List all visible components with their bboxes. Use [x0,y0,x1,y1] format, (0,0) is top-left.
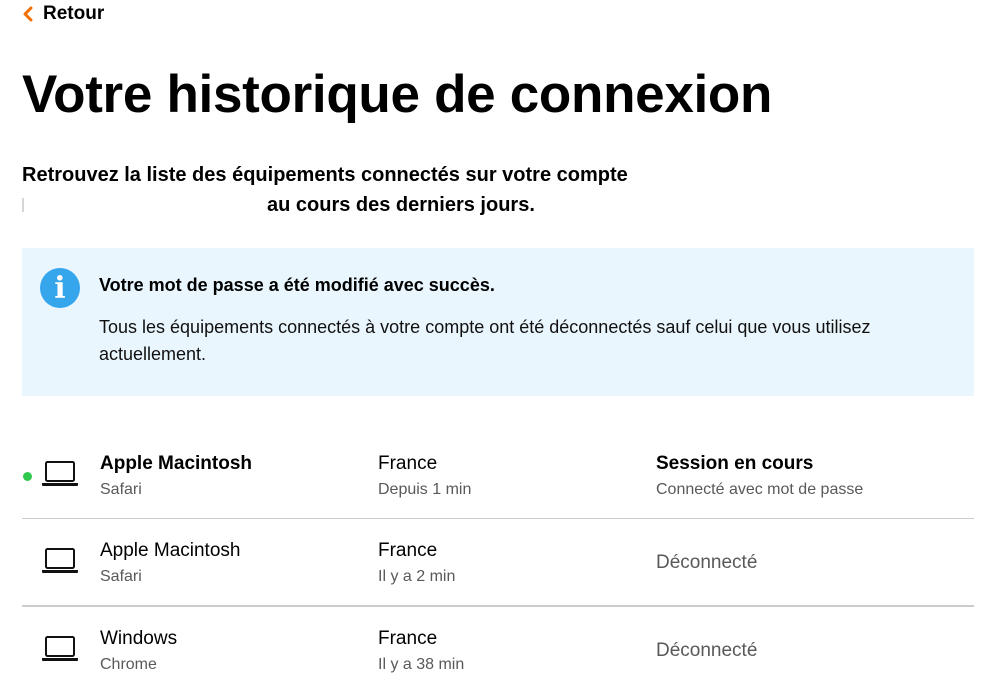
browser-name: Chrome [100,656,157,673]
intro-line-2-wrap: au cours des derniers jours. [22,190,742,220]
chevron-left-icon [23,6,33,22]
status-detail: Connecté avec mot de passe [656,481,864,498]
status-cell: Déconnecté [656,519,757,606]
back-link[interactable]: Retour [22,3,104,25]
location-cell: France Depuis 1 min [378,451,471,501]
info-icon: i [40,268,80,308]
intro-text: Retrouvez la liste des équipements conne… [22,160,742,220]
session-row: Windows Chrome France Il y a 38 min Déco… [22,606,974,693]
laptop-icon [42,461,78,486]
device-name: Apple Macintosh [100,540,241,561]
laptop-icon [42,636,78,661]
redacted-mark [22,198,24,212]
info-body: Tous les équipements connectés à votre c… [99,317,871,364]
info-heading: Votre mot de passe a été modifié avec su… [99,275,495,295]
status-cell: Déconnecté [656,607,757,694]
session-row: Apple Macintosh Safari France Depuis 1 m… [22,432,974,519]
status: Session en cours [656,453,814,474]
session-row: Apple Macintosh Safari France Il y a 2 m… [22,519,974,606]
device-cell: Apple Macintosh Safari [100,538,240,588]
time: Depuis 1 min [378,481,472,498]
browser-name: Safari [100,568,142,585]
status-cell: Session en cours Connecté avec mot de pa… [656,451,863,501]
sessions-list: Apple Macintosh Safari France Depuis 1 m… [22,432,974,693]
intro-line-2: au cours des derniers jours. [267,194,535,216]
device-name: Windows [100,628,178,649]
country: France [378,628,438,649]
browser-name: Safari [100,481,142,498]
back-label: Retour [43,3,105,24]
location-cell: France Il y a 2 min [378,538,455,588]
device-cell: Apple Macintosh Safari [100,451,252,501]
location-cell: France Il y a 38 min [378,626,464,676]
status: Déconnecté [656,551,758,573]
page-title: Votre historique de connexion [22,65,773,124]
status: Déconnecté [656,639,758,661]
device-cell: Windows Chrome [100,626,177,676]
country: France [378,453,438,474]
time: Il y a 2 min [378,568,456,585]
info-banner: i Votre mot de passe a été modifié avec … [22,248,974,396]
intro-line-1: Retrouvez la liste des équipements conne… [22,164,628,186]
device-name: Apple Macintosh [100,453,253,474]
active-session-dot [23,472,32,481]
time: Il y a 38 min [378,656,465,673]
page: Retour Votre historique de connexion Ret… [0,0,999,695]
country: France [378,540,438,561]
laptop-icon [42,548,78,573]
